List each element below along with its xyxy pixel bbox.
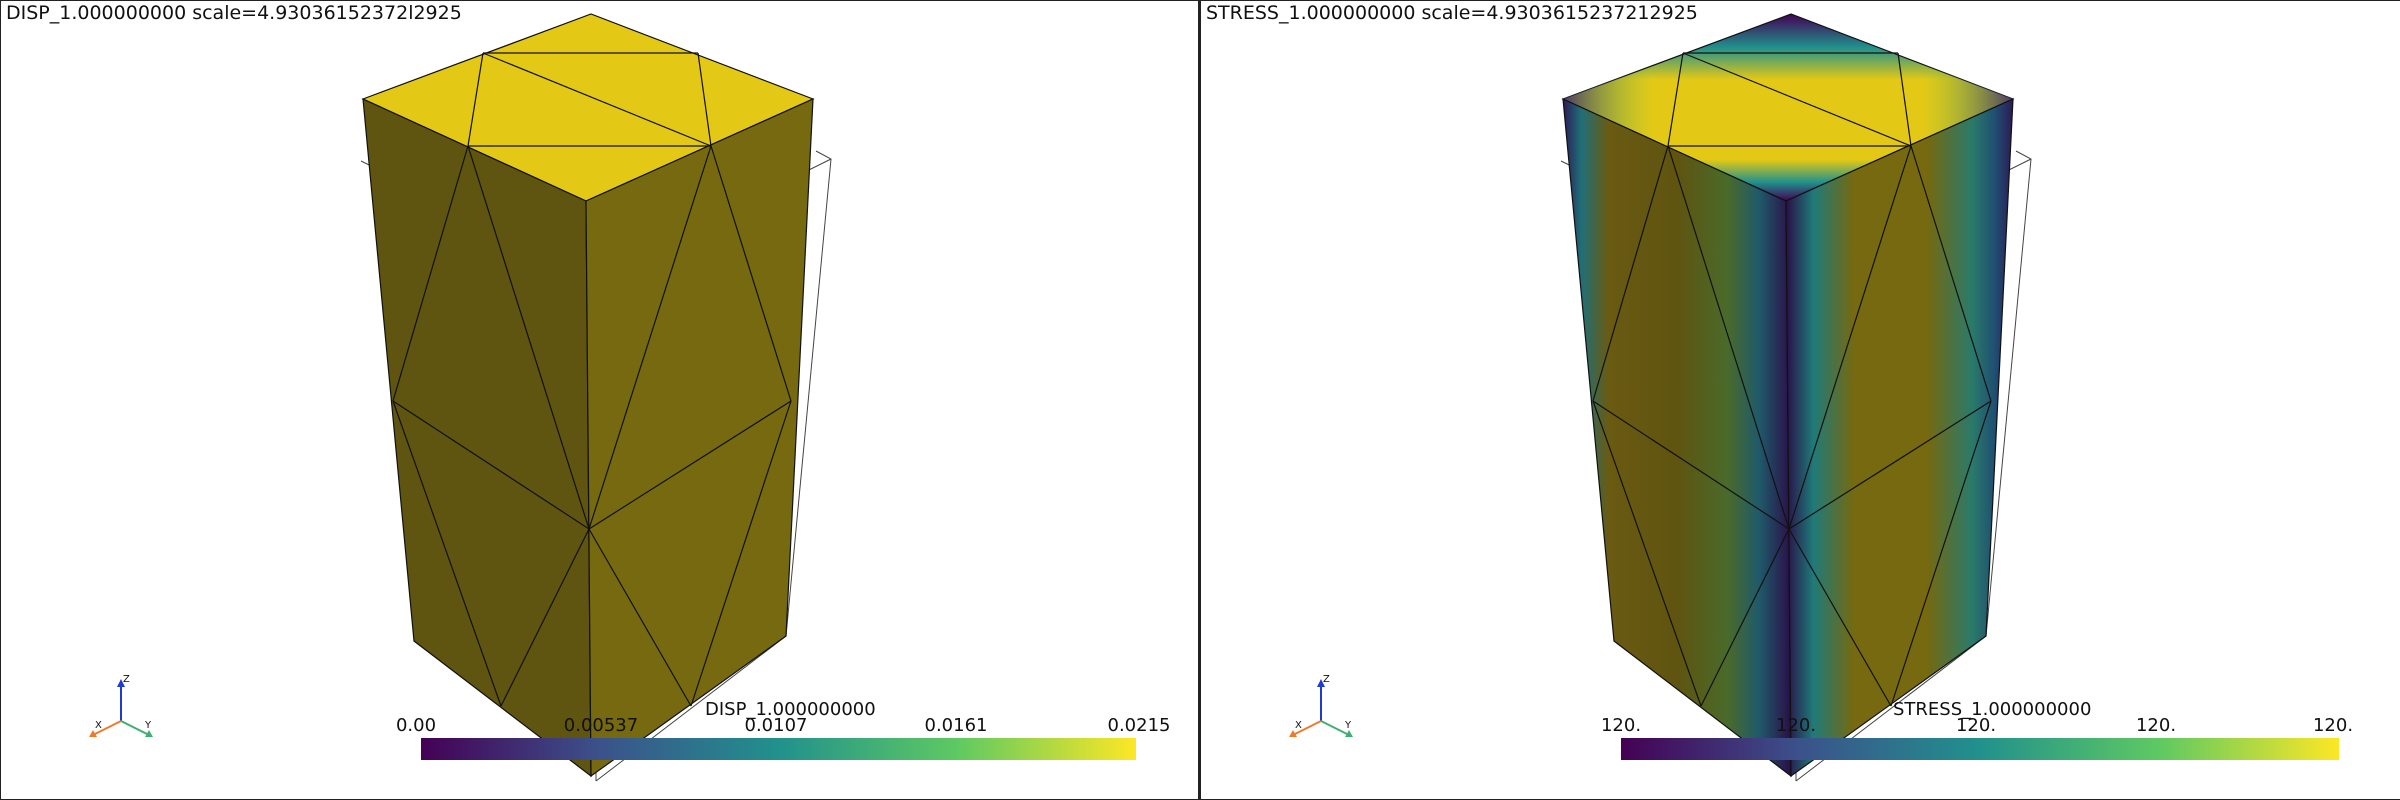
colorbar-tick: 120. (1600, 715, 1642, 736)
y-axis-label: Y (1344, 720, 1352, 731)
axes-widget: Z Y X (89, 674, 153, 737)
stress-viewport[interactable]: STRESS_1.000000000 scale=4.9303615237212… (1199, 0, 2400, 800)
colorbar-tick: 0.0215 (1107, 715, 1171, 736)
colorbar-tick: 0.0107 (744, 715, 808, 736)
y-axis-label: Y (144, 720, 152, 731)
colorbar (421, 738, 1136, 760)
colorbar-tick: 120. (2312, 715, 2354, 736)
colorbar-tick: 0.00 (395, 715, 437, 736)
colorbar-tick: 120. (1955, 715, 1997, 736)
disp-viewport[interactable]: DISP_1.000000000 scale=4.93036152372l292… (0, 0, 1199, 800)
mesh-render[interactable] (1201, 1, 2400, 799)
x-axis-label: X (1295, 720, 1302, 731)
mesh-render[interactable] (1, 1, 1198, 799)
x-axis-label: X (95, 720, 102, 731)
left-face (362, 98, 592, 778)
colorbar-tick: 0.00537 (563, 715, 639, 736)
colorbar-tick: 120. (1775, 715, 1817, 736)
left-face (1562, 98, 1792, 778)
z-axis-label: Z (1323, 674, 1330, 685)
colorbar-tick: 120. (2135, 715, 2177, 736)
z-axis-label: Z (123, 674, 130, 685)
colorbar (1621, 738, 2339, 760)
colorbar-tick: 0.0161 (924, 715, 988, 736)
axes-widget: Z Y X (1289, 674, 1353, 737)
